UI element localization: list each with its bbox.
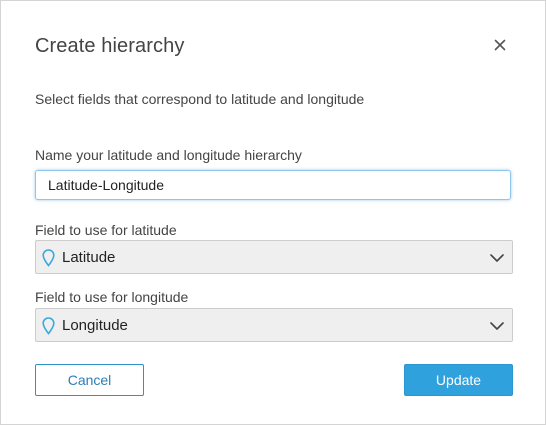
- update-button[interactable]: Update: [404, 364, 513, 396]
- cancel-button[interactable]: Cancel: [35, 364, 144, 396]
- create-hierarchy-dialog: Create hierarchy Select fields that corr…: [0, 0, 546, 425]
- longitude-field-label: Field to use for longitude: [35, 289, 189, 305]
- latitude-field-label: Field to use for latitude: [35, 222, 177, 238]
- longitude-field-select[interactable]: Longitude: [35, 308, 513, 342]
- map-pin-icon: [42, 249, 55, 267]
- chevron-down-icon: [490, 322, 504, 330]
- latitude-field-value: Latitude: [62, 249, 116, 266]
- longitude-field-value: Longitude: [62, 317, 128, 334]
- chevron-down-icon: [490, 254, 504, 262]
- map-pin-icon: [42, 317, 55, 335]
- hierarchy-name-input[interactable]: [35, 170, 511, 200]
- dialog-subtitle: Select fields that correspond to latitud…: [35, 91, 365, 107]
- dialog-title: Create hierarchy: [35, 35, 185, 57]
- latitude-field-select[interactable]: Latitude: [35, 240, 513, 274]
- hierarchy-name-label: Name your latitude and longitude hierarc…: [35, 147, 302, 163]
- close-icon[interactable]: [489, 34, 511, 56]
